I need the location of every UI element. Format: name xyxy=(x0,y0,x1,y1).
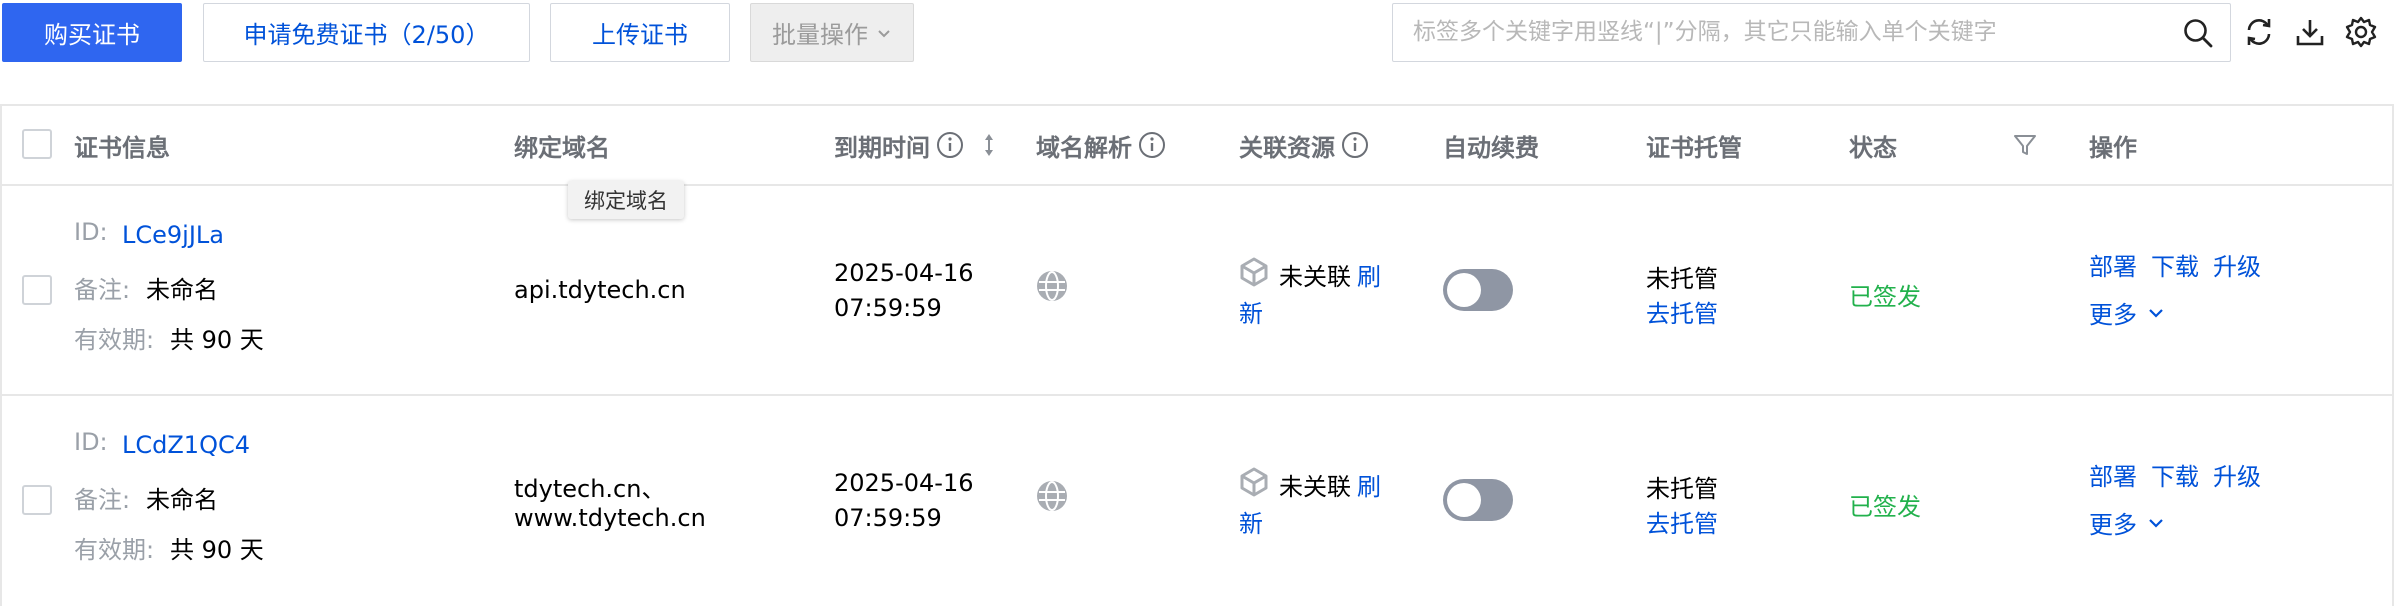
table-row xyxy=(2,396,2392,606)
upgrade-link[interactable]: 升级 xyxy=(2213,457,2261,492)
resource-status: 未关联 xyxy=(1279,263,1351,291)
column-header-resources: 关联资源 xyxy=(1239,128,1369,162)
download-icon[interactable] xyxy=(2294,16,2326,48)
upload-certificate-label: 上传证书 xyxy=(592,21,688,49)
column-header-domain: 绑定域名 xyxy=(514,128,610,162)
upgrade-link[interactable]: 升级 xyxy=(2213,247,2261,282)
cert-validity-label: 有效期: xyxy=(74,536,155,564)
column-header-cert-info: 证书信息 xyxy=(74,133,170,162)
search-input[interactable] xyxy=(1393,4,2153,60)
filter-icon[interactable] xyxy=(2011,131,2039,159)
cert-note-value: 未命名 xyxy=(146,486,218,514)
batch-operation-dropdown[interactable]: 批量操作 xyxy=(750,3,914,62)
expiry-date: 2025-04-16 xyxy=(834,469,974,497)
refresh-link-wrap[interactable]: 新 xyxy=(1239,504,1263,539)
column-header-dns-label: 域名解析 xyxy=(1036,133,1132,162)
globe-icon xyxy=(1037,271,1067,301)
info-icon[interactable] xyxy=(1138,131,1166,159)
refresh-icon[interactable] xyxy=(2243,16,2275,48)
more-actions-label: 更多 xyxy=(2089,511,2137,539)
row-checkbox[interactable] xyxy=(22,275,52,305)
column-header-status: 状态 xyxy=(1849,133,1897,162)
expiry-date: 2025-04-16 xyxy=(834,259,974,287)
status-badge: 已签发 xyxy=(1849,493,1921,521)
more-actions-label: 更多 xyxy=(2089,301,2137,329)
expiry-time: 07:59:59 xyxy=(834,504,942,532)
hosting-action-link[interactable]: 去托管 xyxy=(1646,504,1718,539)
status-badge: 已签发 xyxy=(1849,283,1921,311)
toggle-knob xyxy=(1447,273,1481,307)
cert-validity-value: 共 90 天 xyxy=(170,326,264,354)
hosting-status: 未托管 xyxy=(1646,265,1718,293)
cert-note-value: 未命名 xyxy=(146,276,218,304)
auto-renew-toggle[interactable] xyxy=(1443,269,1513,311)
buy-certificate-button[interactable]: 购买证书 xyxy=(2,3,182,62)
batch-operation-label: 批量操作 xyxy=(772,21,868,49)
table-row xyxy=(2,186,2392,394)
search-box xyxy=(1392,3,2231,62)
search-icon[interactable] xyxy=(2182,17,2214,49)
globe-icon xyxy=(1037,481,1067,511)
chevron-down-icon xyxy=(2149,308,2163,318)
info-icon[interactable] xyxy=(1341,131,1369,159)
cert-id-link[interactable]: LCdZ1QC4 xyxy=(122,431,250,459)
row-checkbox[interactable] xyxy=(22,485,52,515)
expiry-time: 07:59:59 xyxy=(834,294,942,322)
deploy-link[interactable]: 部署 xyxy=(2089,247,2137,282)
more-actions-dropdown[interactable]: 更多 xyxy=(2089,295,2165,330)
upload-certificate-button[interactable]: 上传证书 xyxy=(550,3,730,62)
buy-certificate-label: 购买证书 xyxy=(44,21,140,49)
column-header-resources-label: 关联资源 xyxy=(1239,133,1335,162)
resource-cube-icon xyxy=(1240,257,1268,287)
chevron-down-icon xyxy=(2149,518,2163,528)
cert-note-label: 备注: xyxy=(74,276,131,304)
cert-validity-label: 有效期: xyxy=(74,326,155,354)
toggle-knob xyxy=(1447,483,1481,517)
column-header-actions: 操作 xyxy=(2089,133,2137,162)
refresh-link[interactable]: 刷 xyxy=(1357,257,1381,292)
hosting-action-link[interactable]: 去托管 xyxy=(1646,294,1718,329)
refresh-link[interactable]: 刷 xyxy=(1357,467,1381,502)
cert-id-label: ID: xyxy=(74,428,108,456)
deploy-link[interactable]: 部署 xyxy=(2089,457,2137,492)
cert-id-link[interactable]: LCe9jJLa xyxy=(122,221,224,249)
info-icon[interactable] xyxy=(936,131,964,159)
download-link[interactable]: 下载 xyxy=(2151,247,2199,282)
column-header-expiry[interactable]: 到期时间 xyxy=(834,128,1002,162)
resource-cube-icon xyxy=(1240,467,1268,497)
download-link[interactable]: 下载 xyxy=(2151,457,2199,492)
chevron-down-icon xyxy=(878,29,890,37)
apply-free-certificate-label: 申请免费证书（2/50） xyxy=(243,21,490,49)
bound-domain: www.tdytech.cn xyxy=(514,504,706,532)
cert-id-label: ID: xyxy=(74,218,108,246)
cert-validity-value: 共 90 天 xyxy=(170,536,264,564)
hosting-status: 未托管 xyxy=(1646,475,1718,503)
more-actions-dropdown[interactable]: 更多 xyxy=(2089,505,2165,540)
sort-icon[interactable] xyxy=(976,131,1002,159)
auto-renew-toggle[interactable] xyxy=(1443,479,1513,521)
refresh-link-wrap[interactable]: 新 xyxy=(1239,294,1263,329)
column-header-expiry-label: 到期时间 xyxy=(834,133,930,162)
column-header-auto-renew: 自动续费 xyxy=(1443,133,1539,162)
resource-status: 未关联 xyxy=(1279,473,1351,501)
cert-note-label: 备注: xyxy=(74,486,131,514)
column-header-hosting: 证书托管 xyxy=(1646,133,1742,162)
column-header-domain-label: 绑定域名 xyxy=(514,133,610,162)
select-all-checkbox[interactable] xyxy=(22,129,52,159)
bound-domain: api.tdytech.cn xyxy=(514,276,686,304)
column-header-dns: 域名解析 xyxy=(1036,128,1166,162)
settings-icon[interactable] xyxy=(2345,16,2377,48)
apply-free-certificate-button[interactable]: 申请免费证书（2/50） xyxy=(203,3,530,62)
bound-domain: tdytech.cn、 xyxy=(514,475,666,503)
